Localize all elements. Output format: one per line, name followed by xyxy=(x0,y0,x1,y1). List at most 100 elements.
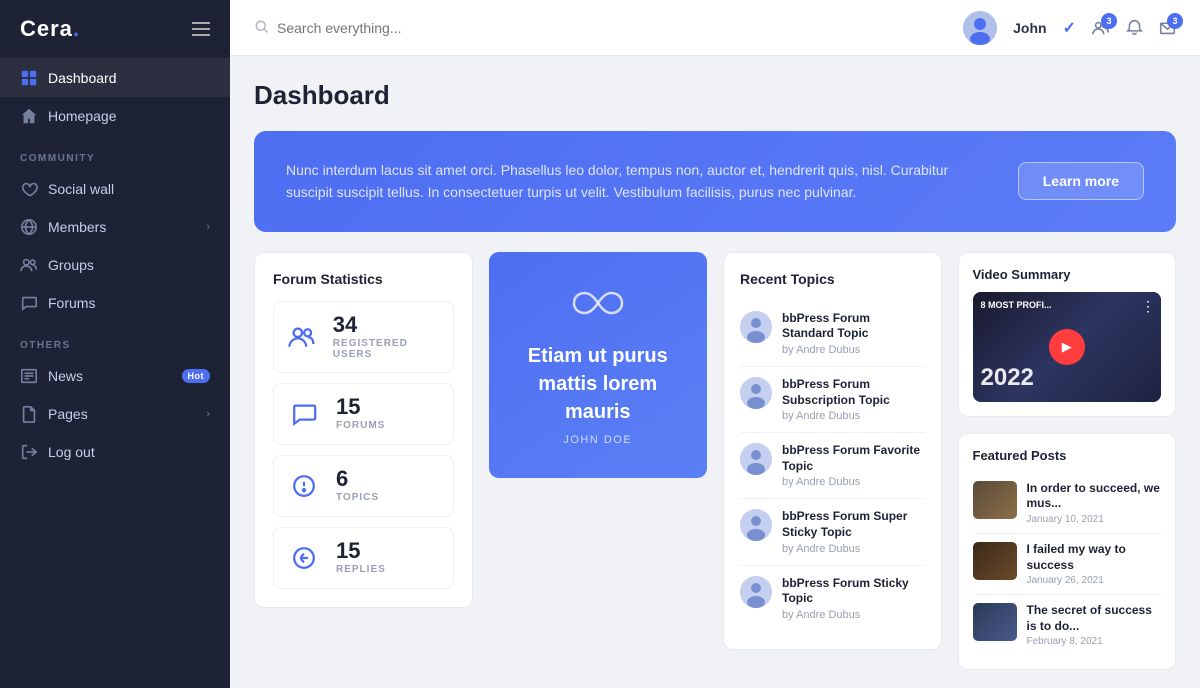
sidebar-item-homepage[interactable]: Homepage xyxy=(0,97,230,135)
topic-item: bbPress Forum Standard Topic by Andre Du… xyxy=(740,301,925,367)
video-player: 8 MOST PROFI... 2022 ▶ ⋮ ▶ 00:00 10:49 🔇… xyxy=(973,292,1162,402)
page-title: Dashboard xyxy=(254,80,1176,111)
bell-icon-btn[interactable] xyxy=(1126,19,1143,36)
check-icon: ✓ xyxy=(1063,18,1076,38)
stat-label-users: REGISTERED USERS xyxy=(333,338,441,360)
video-summary-card: Video Summary 8 MOST PROFI... 2022 ▶ ⋮ ▶… xyxy=(958,252,1177,417)
home-icon xyxy=(20,107,38,125)
stat-label-forums: FORUMS xyxy=(336,420,385,431)
sidebar-item-logout[interactable]: Log out xyxy=(0,433,230,471)
recent-topics-card: Recent Topics bbPress Forum Standard Top… xyxy=(723,252,942,650)
sidebar-item-label: Forums xyxy=(48,295,95,311)
featured-posts-card: Featured Posts In order to succeed, we m… xyxy=(958,433,1177,671)
chevron-right-icon: › xyxy=(206,221,210,233)
sidebar-item-label: Homepage xyxy=(48,108,117,124)
topics-stat-icon xyxy=(286,468,322,504)
featured-list: In order to succeed, we mus... January 1… xyxy=(973,473,1162,656)
topic-by: by Andre Dubus xyxy=(782,609,925,621)
featured-thumb xyxy=(973,603,1017,641)
video-overlay-text: 8 MOST PROFI... xyxy=(981,300,1052,312)
stat-label-replies: REPLIES xyxy=(336,564,386,575)
featured-item[interactable]: In order to succeed, we mus... January 1… xyxy=(973,473,1162,534)
topic-info: bbPress Forum Subscription Topic by Andr… xyxy=(782,377,925,422)
topic-item: bbPress Forum Super Sticky Topic by Andr… xyxy=(740,499,925,565)
sidebar: Cera. Dashboard Homepage COMMUNITY Socia… xyxy=(0,0,230,688)
sidebar-item-label: Members xyxy=(48,219,106,235)
stat-row-replies: 15 REPLIES xyxy=(273,527,454,589)
stat-row-topics: 6 TOPICS xyxy=(273,455,454,517)
topic-by: by Andre Dubus xyxy=(782,410,925,422)
topic-name: bbPress Forum Favorite Topic xyxy=(782,443,925,474)
stat-row-forums: 15 FORUMS xyxy=(273,383,454,445)
topic-name: bbPress Forum Sticky Topic xyxy=(782,576,925,607)
sidebar-item-social-wall[interactable]: Social wall xyxy=(0,170,230,208)
search-input[interactable] xyxy=(277,20,947,36)
sidebar-item-forums[interactable]: Forums xyxy=(0,284,230,322)
mail-icon-btn[interactable]: 3 xyxy=(1159,19,1176,36)
featured-date: February 8, 2021 xyxy=(1027,636,1162,647)
stat-row-users: 34 REGISTERED USERS xyxy=(273,301,454,373)
stat-number-forums: 15 xyxy=(336,396,385,418)
sidebar-item-members[interactable]: Members › xyxy=(0,208,230,246)
search-icon xyxy=(254,19,269,37)
video-summary-title: Video Summary xyxy=(973,267,1162,282)
chevron-right-icon: › xyxy=(206,408,210,420)
sidebar-item-label: News xyxy=(48,368,83,384)
sidebar-item-label: Dashboard xyxy=(48,70,117,86)
center-highlight-card: Etiam ut purus mattis lorem mauris JOHN … xyxy=(489,252,708,478)
topic-info: bbPress Forum Favorite Topic by Andre Du… xyxy=(782,443,925,488)
header-actions: John ✓ 3 3 xyxy=(963,11,1176,45)
forums-stat-icon xyxy=(286,396,322,432)
center-card-sub: JOHN DOE xyxy=(563,434,632,446)
topic-name: bbPress Forum Standard Topic xyxy=(782,311,925,342)
featured-name: In order to succeed, we mus... xyxy=(1027,481,1162,512)
featured-posts-title: Featured Posts xyxy=(973,448,1162,463)
infinity-icon xyxy=(572,284,624,326)
stat-number-users: 34 xyxy=(333,314,441,336)
people-icon-btn[interactable]: 3 xyxy=(1092,19,1110,37)
people-badge: 3 xyxy=(1101,13,1117,29)
globe-icon xyxy=(20,218,38,236)
sidebar-item-groups[interactable]: Groups xyxy=(0,246,230,284)
newspaper-icon xyxy=(20,367,38,385)
topic-item: bbPress Forum Subscription Topic by Andr… xyxy=(740,367,925,433)
featured-date: January 10, 2021 xyxy=(1027,514,1162,525)
topic-avatar xyxy=(740,509,772,541)
forum-stats-title: Forum Statistics xyxy=(273,271,454,287)
topic-avatar xyxy=(740,311,772,343)
logout-icon xyxy=(20,443,38,461)
topic-info: bbPress Forum Standard Topic by Andre Du… xyxy=(782,311,925,356)
sidebar-logo-area: Cera. xyxy=(0,0,230,59)
header: John ✓ 3 3 xyxy=(230,0,1200,56)
avatar xyxy=(963,11,997,45)
heart-icon xyxy=(20,180,38,198)
featured-item[interactable]: I failed my way to success January 26, 2… xyxy=(973,534,1162,595)
stat-number-topics: 6 xyxy=(336,468,379,490)
featured-name: I failed my way to success xyxy=(1027,542,1162,573)
play-button[interactable]: ▶ xyxy=(1049,329,1085,365)
topic-info: bbPress Forum Super Sticky Topic by Andr… xyxy=(782,509,925,554)
header-username: John xyxy=(1013,20,1046,36)
sidebar-item-label: Social wall xyxy=(48,181,114,197)
hamburger-icon[interactable] xyxy=(192,22,210,36)
others-section-label: OTHERS xyxy=(0,322,230,357)
topics-list: bbPress Forum Standard Topic by Andre Du… xyxy=(740,301,925,631)
right-column: Video Summary 8 MOST PROFI... 2022 ▶ ⋮ ▶… xyxy=(958,252,1177,671)
recent-topics-title: Recent Topics xyxy=(740,271,925,287)
banner-text: Nunc interdum lacus sit amet orci. Phase… xyxy=(286,159,986,204)
sidebar-item-label: Pages xyxy=(48,406,88,422)
sidebar-item-news[interactable]: News Hot xyxy=(0,357,230,395)
sidebar-item-pages[interactable]: Pages › xyxy=(0,395,230,433)
featured-item[interactable]: The secret of success is to do... Februa… xyxy=(973,595,1162,655)
learn-more-button[interactable]: Learn more xyxy=(1018,162,1144,200)
sidebar-item-dashboard[interactable]: Dashboard xyxy=(0,59,230,97)
topic-avatar xyxy=(740,377,772,409)
topic-by: by Andre Dubus xyxy=(782,476,925,488)
featured-info: I failed my way to success January 26, 2… xyxy=(1027,542,1162,586)
comment-icon xyxy=(20,294,38,312)
hot-badge: Hot xyxy=(182,369,211,383)
forum-stats-card: Forum Statistics 34 REGISTERED USERS xyxy=(254,252,473,608)
featured-date: January 26, 2021 xyxy=(1027,575,1162,586)
topic-name: bbPress Forum Subscription Topic xyxy=(782,377,925,408)
video-menu-icon[interactable]: ⋮ xyxy=(1141,298,1155,315)
